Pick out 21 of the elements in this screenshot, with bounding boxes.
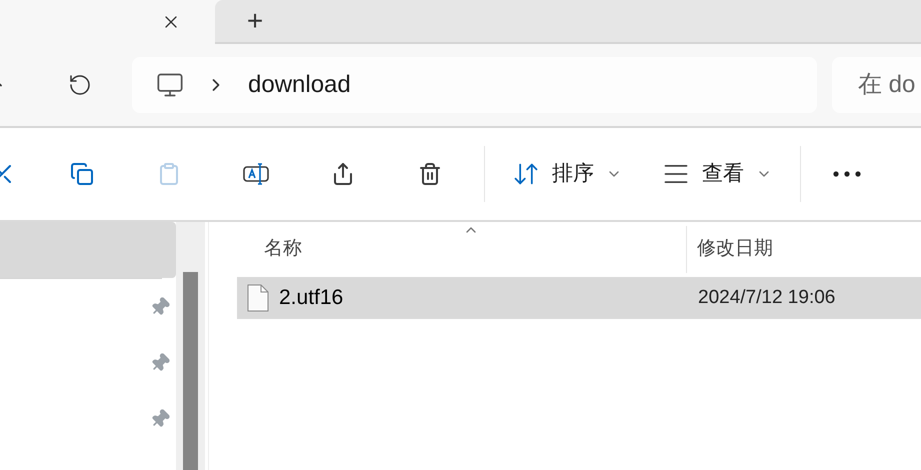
scrollbar-thumb[interactable] <box>183 272 198 470</box>
column-header[interactable]: 修改日期 <box>687 222 921 277</box>
monitor-icon <box>156 71 184 99</box>
column-header[interactable]: 名称 <box>237 226 687 273</box>
view-button[interactable]: 查看 <box>662 158 772 190</box>
path-segment[interactable]: download <box>248 67 351 103</box>
address-bar[interactable]: download <box>132 57 817 113</box>
paste-icon <box>157 162 181 186</box>
file-row[interactable]: 2.utf16 2024/7/12 19:06 <box>237 277 921 319</box>
sort-button[interactable]: 排序 <box>512 158 622 190</box>
copy-icon <box>70 162 94 186</box>
share-icon <box>331 162 355 186</box>
refresh-icon <box>68 73 92 97</box>
new-tab-button[interactable]: + <box>239 5 271 37</box>
more-icon <box>833 171 861 177</box>
rename-icon <box>242 162 270 186</box>
search-field[interactable]: 在 do <box>832 57 921 113</box>
file-name: 2.utf16 <box>279 285 344 312</box>
file-icon <box>247 284 269 312</box>
trash-icon <box>418 162 442 186</box>
modified-date: 2024/7/12 19:06 <box>697 286 836 310</box>
